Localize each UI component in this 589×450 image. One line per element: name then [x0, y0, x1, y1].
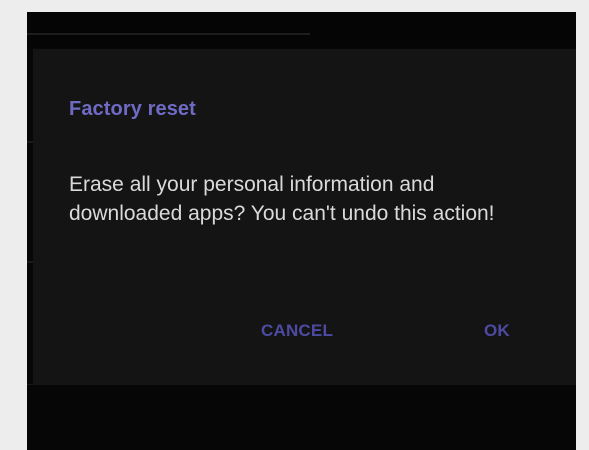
factory-reset-dialog: Factory reset Erase all your personal in… — [33, 49, 576, 385]
photo-frame: Factory reset Erase all your personal in… — [0, 0, 589, 450]
status-divider — [27, 33, 310, 35]
dialog-title: Factory reset — [69, 98, 196, 120]
background-area — [27, 385, 576, 450]
device-screen: Factory reset Erase all your personal in… — [27, 12, 576, 450]
dialog-actions: CANCEL OK — [33, 311, 576, 351]
cancel-button[interactable]: CANCEL — [255, 317, 339, 345]
ok-button[interactable]: OK — [478, 317, 516, 345]
status-bar — [27, 12, 576, 48]
dialog-message: Erase all your personal information and … — [69, 173, 495, 225]
